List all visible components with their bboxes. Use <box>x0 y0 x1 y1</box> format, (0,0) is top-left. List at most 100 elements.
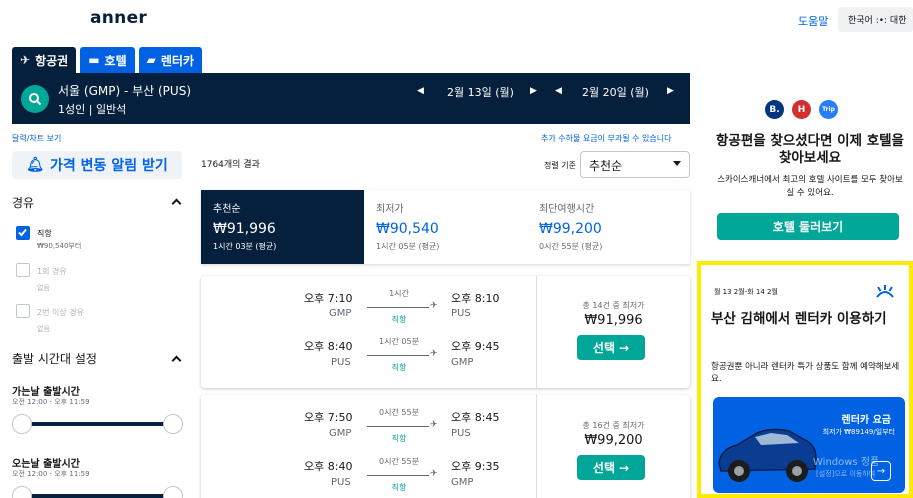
outbound-time-title: 가는날 출발시간 <box>12 387 80 398</box>
return-date[interactable]: 2월 20일 (월) <box>582 84 649 100</box>
plane-icon: ✈ <box>20 53 31 67</box>
arr-time: 오후 9:35 <box>451 460 500 473</box>
leg-line <box>367 355 429 356</box>
search-icon[interactable] <box>21 85 49 113</box>
dep-time: 오후 8:40 <box>304 460 353 473</box>
plane-icon: ✈ <box>430 349 438 359</box>
stops-filter-title[interactable]: 경유 <box>12 194 34 211</box>
sort-label: 정렬 기준 <box>544 161 576 170</box>
sort-tab-price: ₩91,996 <box>213 221 276 237</box>
plane-icon: ✈ <box>430 469 438 479</box>
leg-stops: 직항 <box>391 315 407 324</box>
bell-icon: 🔔︎ <box>26 157 45 173</box>
dep-airport: GMP <box>329 428 352 439</box>
arr-airport: GMP <box>451 357 474 368</box>
checkbox-two-plus-stops[interactable] <box>16 304 30 318</box>
search-summary-bar[interactable]: 서울 (GMP) - 부산 (PUS) 1성인 | 일반석 ◀ 2월 13일 (… <box>12 73 690 124</box>
return-time-slider[interactable] <box>22 494 177 498</box>
select-label: 선택 <box>592 461 616 475</box>
depart-date[interactable]: 2월 13일 (월) <box>447 84 514 100</box>
outbound-slider-min-handle[interactable] <box>12 414 32 434</box>
sort-tab-fastest[interactable]: 최단여행시간 ₩99,200 0시간 55분 (평균) <box>527 190 690 264</box>
sort-select[interactable]: 추천순 <box>580 151 690 178</box>
return-time-title: 오는날 출발시간 <box>12 459 80 470</box>
sort-tab-duration: 0시간 55분 (평균) <box>539 242 603 251</box>
arrow-right-icon[interactable]: → <box>871 461 891 481</box>
result-price: ₩91,996 <box>584 313 643 328</box>
leg-duration: 0시간 55분 <box>379 457 419 466</box>
sort-tab-price: ₩90,540 <box>376 221 439 237</box>
sort-tab-best[interactable]: 추천순 ₩91,996 1시간 03분 (평균) <box>201 190 364 264</box>
flight-result-card[interactable]: 오후 7:50 GMP 0시간 55분 ✈ 직항 오후 8:45 PUS 오후 … <box>201 395 690 498</box>
ad-desc: 항공권뿐 아니라 렌터카 특가 상품도 함께 예약해보세요. <box>711 362 900 384</box>
tab-label: 호텔 <box>104 53 127 68</box>
checkbox-one-stop[interactable] <box>16 263 30 277</box>
return-slider-min-handle[interactable] <box>12 486 32 498</box>
price-alert-button[interactable]: 🔔︎ 가격 변동 알림 받기 <box>12 151 182 179</box>
sort-tab-cheapest[interactable]: 최저가 ₩90,540 1시간 05분 (평균) <box>364 190 527 264</box>
car-hire-card-price: 최저가 ₩89149/일부터 <box>822 428 895 436</box>
plane-icon: ✈ <box>430 301 438 311</box>
outbound-time-slider[interactable] <box>22 422 177 426</box>
calendar-chart-link[interactable]: 달력/차트 보기 <box>12 133 61 144</box>
next-return-date-icon[interactable]: ▶ <box>667 86 674 96</box>
ad-date-tag: 월 13 2월-화 14 2월 <box>714 288 778 296</box>
language-selector[interactable]: 한국어 :•: 대한 <box>838 7 913 32</box>
dep-time: 오후 7:50 <box>304 411 353 424</box>
prev-depart-date-icon[interactable]: ◀ <box>417 86 424 96</box>
return-slider-max-handle[interactable] <box>163 486 183 498</box>
next-depart-date-icon[interactable]: ▶ <box>530 86 537 96</box>
results-count: 1764개의 결과 <box>201 160 260 170</box>
flight-result-card[interactable]: 오후 7:10 GMP 1시간 ✈ 직항 오후 8:10 PUS 오후 8:40… <box>201 276 690 388</box>
select-button[interactable]: 선택 → <box>577 455 645 480</box>
chevron-down-icon <box>673 161 681 166</box>
help-link[interactable]: 도움말 <box>798 13 828 29</box>
leg-line <box>367 426 429 427</box>
tab-hotels[interactable]: ▬ 호텔 <box>80 47 135 73</box>
filter-two-plus-sub: 없음 <box>37 325 50 333</box>
select-button[interactable]: 선택 → <box>577 335 645 360</box>
departure-time-filter-title[interactable]: 출발 시간대 설정 <box>12 350 97 367</box>
car-hire-ad[interactable]: 월 13 2월-화 14 2월 부산 김해에서 렌터카 이용하기 항공권뿐 아니… <box>697 261 913 498</box>
bed-icon: ▬ <box>88 53 100 67</box>
filter-direct-label: 직항 <box>37 229 52 238</box>
checkbox-direct[interactable] <box>16 226 30 240</box>
dep-airport: PUS <box>331 357 351 368</box>
hotels-logo-icon: H <box>792 100 811 119</box>
result-price: ₩99,200 <box>584 433 643 448</box>
passenger-class-text: 1성인 | 일반석 <box>58 103 127 116</box>
dep-airport: GMP <box>329 308 352 319</box>
car-hire-card[interactable]: 렌터카 요금 최저가 ₩89149/일부터 Windows 정품 [설정]으로 … <box>713 397 905 493</box>
sort-tab-duration: 1시간 03분 (평균) <box>213 242 277 251</box>
chevron-up-icon[interactable] <box>171 355 182 366</box>
dep-time: 오후 7:10 <box>304 292 353 305</box>
arr-airport: PUS <box>451 308 471 319</box>
sort-tab-label: 추천순 <box>213 204 241 215</box>
arrow-right-icon: → <box>619 460 630 475</box>
tab-flights[interactable]: ✈ 항공권 <box>12 47 77 73</box>
deals-count: 총 14건 중 최저가 <box>582 301 645 310</box>
arr-airport: GMP <box>451 477 474 488</box>
brand-logo[interactable]: anner <box>90 8 147 28</box>
filter-two-plus-label: 2번 이상 경유 <box>37 308 84 317</box>
browse-hotels-button[interactable]: 호텔 둘러보기 <box>717 213 899 240</box>
dep-time: 오후 8:40 <box>304 340 353 353</box>
tab-car-hire[interactable]: ▰ 렌터카 <box>138 47 202 73</box>
leg-line <box>367 475 429 476</box>
leg-stops: 직항 <box>391 363 407 372</box>
arrow-right-icon: → <box>619 340 630 355</box>
outbound-slider-max-handle[interactable] <box>163 414 183 434</box>
leg-line <box>367 307 429 308</box>
trip-logo-icon: Trip <box>819 100 838 119</box>
sort-tab-price: ₩99,200 <box>539 221 602 237</box>
leg-stops: 직항 <box>391 483 407 492</box>
filter-one-stop-sub: 없음 <box>37 284 50 292</box>
hotel-promo-desc: 스카이스캐너에서 최고의 호텔 사이트를 모두 찾아보실 수 있어요. <box>717 175 903 198</box>
hotel-promo-title: 항공편을 찾으셨다면 이제 호텔을 찾아보세요 <box>716 133 904 166</box>
prev-return-date-icon[interactable]: ◀ <box>555 86 562 96</box>
chevron-up-icon[interactable] <box>171 198 182 209</box>
plane-icon: ✈ <box>430 420 438 430</box>
sort-value: 추천순 <box>589 159 623 173</box>
baggage-fee-link[interactable]: 추가 수하물 요금이 부과될 수 있습니다 <box>541 133 671 144</box>
price-alert-label: 가격 변동 알림 받기 <box>50 158 168 174</box>
